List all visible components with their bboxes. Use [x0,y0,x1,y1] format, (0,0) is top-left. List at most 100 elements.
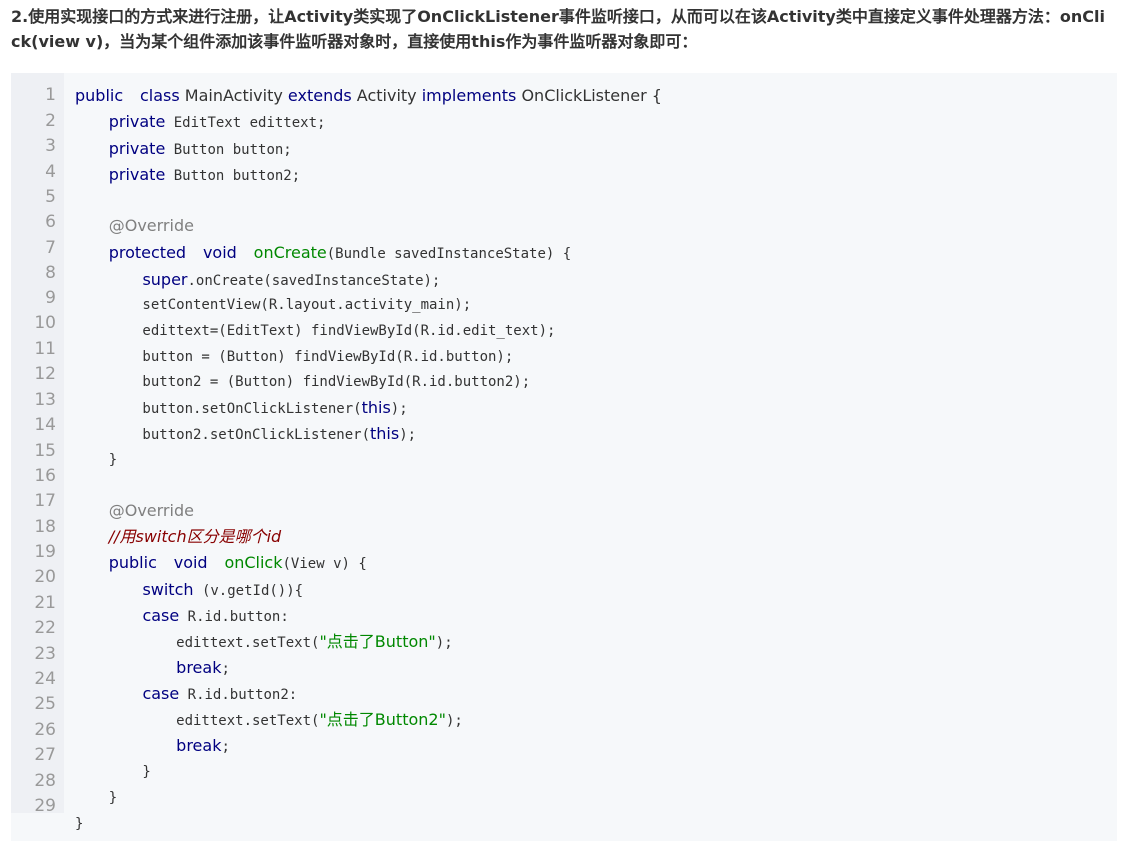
code-token: @Override [108,501,194,520]
code-line: switch (v.getId()){ [75,580,303,601]
code-line: public class MainActivity extends Activi… [75,86,662,107]
code-line: //用switch区分是哪个id [75,527,281,548]
line-number: 16 [34,466,56,486]
code-token: public [75,86,124,105]
code-token: "点击了Button2" [319,710,446,729]
code-token: MainActivity [179,86,288,105]
code-line: case R.id.button2: [75,684,297,705]
line-number: 3 [45,136,56,156]
code-token: ); [435,635,453,651]
code-line: super.onCreate(savedInstanceState); [75,270,440,291]
code-token: private [108,112,166,131]
code-token: R.id.button2: [179,687,298,703]
code-token: ); [399,427,417,443]
line-number: 24 [34,669,56,689]
code-token: Button button; [165,142,292,158]
code-token: } [75,790,118,806]
code-line: edittext.setText("点击了Button"); [75,632,453,653]
code-token: onClick [224,553,283,572]
code-token: private [108,165,166,184]
code-line: edittext.setText("点击了Button2"); [75,710,463,731]
code-token: this [361,398,391,417]
line-number: 14 [34,415,56,435]
code-token: edittext.setText( [75,713,320,729]
section-heading: 2.使用实现接口的方式来进行注册，让Activity类实现了OnClickLis… [11,7,1105,51]
code-token: break [176,736,222,755]
line-number: 6 [45,212,56,232]
code-token: implements [421,86,517,105]
code-token: public [108,553,157,572]
code-line: button = (Button) findViewById(R.id.butt… [75,347,513,367]
line-number: 15 [34,441,56,461]
code-line: button2 = (Button) findViewById(R.id.but… [75,372,530,392]
code-token: @Override [108,216,194,235]
code-token: this [370,424,400,443]
code-line: public void onClick(View v) { [75,553,367,574]
code-line: case R.id.button: [75,606,289,627]
code-line: button.setOnClickListener(this); [75,398,407,419]
line-number: 11 [34,339,56,359]
code-line: private Button button; [75,139,292,160]
code-line: protected void onCreate(Bundle savedInst… [75,243,571,264]
code-token: ; [221,661,230,677]
code-line: } [75,762,151,782]
line-number: 5 [45,187,56,207]
code-token: button2 = (Button) findViewById(R.id.but… [75,374,531,390]
code-token: .onCreate(savedInstanceState); [187,273,441,289]
line-number: 22 [34,618,56,638]
code-token: protected [108,243,187,262]
code-line: setContentView(R.layout.activity_main); [75,295,471,315]
line-number: 25 [34,694,56,714]
code-token: setContentView(R.layout.activity_main); [75,297,472,313]
code-token: button.setOnClickListener( [75,401,362,417]
code-line: edittext=(EditText) findViewById(R.id.ed… [75,321,555,341]
code-token: edittext.setText( [75,635,320,651]
code-token: } [75,816,84,832]
line-number: 7 [45,238,56,258]
code-line: private Button button2; [75,165,300,186]
line-number: 1 [45,85,56,105]
line-number: 18 [34,517,56,537]
line-number: 12 [34,364,56,384]
line-number: 20 [34,567,56,587]
code-token: void [202,243,237,262]
line-number: 26 [34,720,56,740]
code-line: } [75,450,117,470]
code-token: edittext=(EditText) findViewById(R.id.ed… [75,323,556,339]
code-token: } [75,764,151,780]
code-token: case [142,684,180,703]
code-token: button = (Button) findViewById(R.id.butt… [75,349,514,365]
code-token: R.id.button: [179,609,289,625]
code-token: Activity [351,86,422,105]
line-number-gutter: 1 2 3 4 5 6 7 8 9 10 11 12 13 14 15 16 17 18 19 20 21 22 23 24 2… [11,73,64,816]
line-number: 4 [45,162,56,182]
code-token: break [176,658,222,677]
code-line: } [75,788,117,808]
code-token: "点击了Button" [319,632,436,651]
code-token: onCreate [253,243,327,262]
line-number: 2 [45,111,56,131]
code-token: } [75,452,118,468]
code-token: private [108,139,166,158]
line-number: 10 [34,313,56,333]
code-token: (Bundle savedInstanceState) { [326,246,572,262]
code-token: switch [142,580,194,599]
code-line: button2.setOnClickListener(this); [75,424,416,445]
code-token: class [140,86,180,105]
code-token: Button button2; [165,168,301,184]
